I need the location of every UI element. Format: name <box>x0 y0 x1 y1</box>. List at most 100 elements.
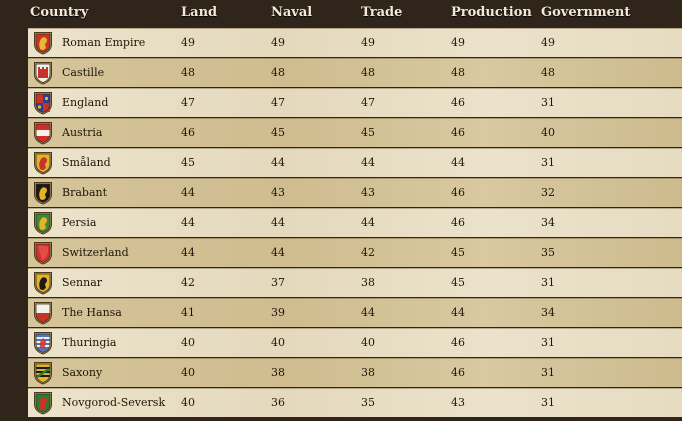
naval-value: 38 <box>271 366 285 379</box>
land-value: 46 <box>181 126 195 139</box>
government-value: 48 <box>541 66 555 79</box>
government-value: 31 <box>541 96 555 109</box>
table-row[interactable]: Roman Empire 49 49 49 49 49 <box>28 28 682 57</box>
land-value: 41 <box>181 306 195 319</box>
production-value: 45 <box>451 246 465 259</box>
trade-value: 40 <box>361 336 375 349</box>
country-name: England <box>62 96 109 109</box>
naval-value: 44 <box>271 156 285 169</box>
production-value: 46 <box>451 96 465 109</box>
beast-shield-icon <box>33 391 53 415</box>
naval-value: 43 <box>271 186 285 199</box>
trade-value: 48 <box>361 66 375 79</box>
table-row[interactable]: Saxony 40 38 38 46 31 <box>28 358 682 387</box>
naval-value: 48 <box>271 66 285 79</box>
table-row[interactable]: England 47 47 47 46 31 <box>28 88 682 117</box>
castle-shield-icon <box>33 61 53 85</box>
country-name: Roman Empire <box>62 36 146 49</box>
government-value: 31 <box>541 156 555 169</box>
lion-shield-icon <box>33 181 53 205</box>
header-country[interactable]: Country <box>30 5 88 20</box>
table-row[interactable]: Switzerland 44 44 42 45 35 <box>28 238 682 267</box>
trade-value: 43 <box>361 186 375 199</box>
header-trade[interactable]: Trade <box>361 5 402 20</box>
government-value: 34 <box>541 216 555 229</box>
table-row[interactable]: Persia 44 44 44 46 34 <box>28 208 682 237</box>
table-row[interactable]: Brabant 44 43 43 46 32 <box>28 178 682 207</box>
naval-value: 44 <box>271 216 285 229</box>
production-value: 45 <box>451 276 465 289</box>
lion-shield-icon <box>33 271 53 295</box>
table-row[interactable]: Småland 45 44 44 44 31 <box>28 148 682 177</box>
trade-value: 42 <box>361 246 375 259</box>
government-value: 49 <box>541 36 555 49</box>
production-value: 46 <box>451 336 465 349</box>
per-fess-shield-icon <box>33 301 53 325</box>
ranking-panel: Country Land Naval Trade Production Gove… <box>0 0 682 421</box>
land-value: 44 <box>181 186 195 199</box>
country-name: Switzerland <box>62 246 129 259</box>
header-production[interactable]: Production <box>451 5 532 20</box>
country-name: Sennar <box>62 276 103 289</box>
land-value: 47 <box>181 96 195 109</box>
land-value: 49 <box>181 36 195 49</box>
country-name: Brabant <box>62 186 108 199</box>
table-row[interactable]: Austria 46 45 45 46 40 <box>28 118 682 147</box>
government-value: 40 <box>541 126 555 139</box>
land-value: 40 <box>181 336 195 349</box>
table-row[interactable]: Sennar 42 37 38 45 31 <box>28 268 682 297</box>
government-value: 31 <box>541 366 555 379</box>
country-name: Persia <box>62 216 97 229</box>
country-name: Småland <box>62 156 111 169</box>
lion-shield-icon <box>33 211 53 235</box>
trade-value: 44 <box>361 156 375 169</box>
quartered-shield-icon <box>33 91 53 115</box>
header-government[interactable]: Government <box>541 5 630 20</box>
country-name: Austria <box>62 126 103 139</box>
government-value: 31 <box>541 276 555 289</box>
country-name: Saxony <box>62 366 103 379</box>
production-value: 49 <box>451 36 465 49</box>
country-name: Thuringia <box>62 336 117 349</box>
production-value: 44 <box>451 306 465 319</box>
lion-shield-icon <box>33 151 53 175</box>
striped-lion-shield-icon <box>33 331 53 355</box>
production-value: 43 <box>451 396 465 409</box>
eagle-shield-icon <box>33 31 53 55</box>
production-value: 44 <box>451 156 465 169</box>
government-value: 35 <box>541 246 555 259</box>
naval-value: 45 <box>271 126 285 139</box>
land-value: 44 <box>181 246 195 259</box>
naval-value: 39 <box>271 306 285 319</box>
naval-value: 49 <box>271 36 285 49</box>
government-value: 31 <box>541 396 555 409</box>
production-value: 46 <box>451 186 465 199</box>
government-value: 34 <box>541 306 555 319</box>
land-value: 48 <box>181 66 195 79</box>
country-name: Novgorod-Seversk <box>62 396 166 409</box>
trade-value: 38 <box>361 276 375 289</box>
table-row[interactable]: The Hansa 41 39 44 44 34 <box>28 298 682 327</box>
government-value: 32 <box>541 186 555 199</box>
trade-value: 45 <box>361 126 375 139</box>
land-value: 40 <box>181 366 195 379</box>
land-value: 40 <box>181 396 195 409</box>
trade-value: 35 <box>361 396 375 409</box>
production-value: 48 <box>451 66 465 79</box>
land-value: 45 <box>181 156 195 169</box>
trade-value: 47 <box>361 96 375 109</box>
header-land[interactable]: Land <box>181 5 217 20</box>
table-row[interactable]: Thuringia 40 40 40 46 31 <box>28 328 682 357</box>
barry-shield-icon <box>33 361 53 385</box>
naval-value: 47 <box>271 96 285 109</box>
table-header: Country Land Naval Trade Production Gove… <box>0 0 682 26</box>
fess-shield-icon <box>33 121 53 145</box>
header-naval[interactable]: Naval <box>271 5 312 20</box>
government-value: 31 <box>541 336 555 349</box>
land-value: 42 <box>181 276 195 289</box>
naval-value: 40 <box>271 336 285 349</box>
production-value: 46 <box>451 216 465 229</box>
table-row[interactable]: Castille 48 48 48 48 48 <box>28 58 682 87</box>
naval-value: 37 <box>271 276 285 289</box>
table-row[interactable]: Novgorod-Seversk 40 36 35 43 31 <box>28 388 682 417</box>
